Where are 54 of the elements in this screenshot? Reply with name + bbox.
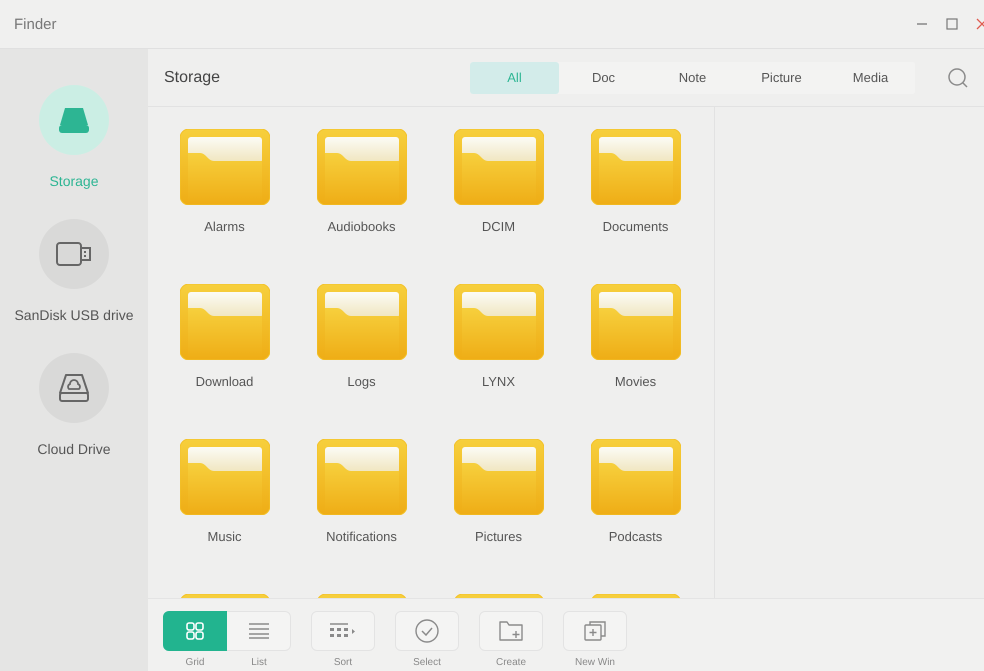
- folder-item[interactable]: LYNX: [430, 284, 567, 389]
- folder-icon: [180, 129, 270, 205]
- list-button[interactable]: [227, 611, 291, 651]
- grid-view-icon: [186, 622, 204, 640]
- new-window-icon: [584, 621, 606, 641]
- new-folder-icon: [499, 621, 523, 641]
- filter-tab[interactable]: Doc: [559, 62, 648, 94]
- filter-tab[interactable]: Note: [648, 62, 737, 94]
- folder-item[interactable]: Audiobooks: [293, 129, 430, 234]
- folder-item[interactable]: Alarms: [156, 129, 293, 234]
- drive-icon: [57, 106, 91, 134]
- folder-item[interactable]: Logs: [293, 284, 430, 389]
- folder-item[interactable]: Download: [156, 284, 293, 389]
- list-view-icon: [248, 623, 268, 639]
- folder-icon: [454, 439, 544, 515]
- folder-icon: [316, 439, 406, 515]
- newwin-button[interactable]: [563, 611, 627, 651]
- folder-icon: [590, 439, 680, 515]
- folder-icon: [454, 284, 544, 360]
- folder-item[interactable]: Notifications: [293, 439, 430, 544]
- sort-button[interactable]: [311, 611, 375, 651]
- folder-icon: [316, 129, 406, 205]
- location-title: Storage: [164, 68, 222, 86]
- window-title: Finder: [14, 16, 57, 32]
- folder-icon: [454, 129, 544, 205]
- sort-icon: [330, 623, 356, 639]
- folder-item[interactable]: Movies: [567, 284, 704, 389]
- folder-icon: [180, 284, 270, 360]
- toolbar-label: Create: [496, 657, 526, 668]
- folder-icon: [316, 284, 406, 360]
- filter-tab[interactable]: Media: [826, 62, 915, 94]
- filter-tab[interactable]: Picture: [737, 62, 826, 94]
- toolbar-label: Select: [413, 657, 441, 668]
- folder-item[interactable]: Podcasts: [567, 439, 704, 544]
- folder-item[interactable]: Documents: [567, 129, 704, 234]
- maximize-icon[interactable]: [946, 18, 958, 30]
- folder-item[interactable]: Pictures: [430, 439, 567, 544]
- folder-item[interactable]: DCIM: [430, 129, 567, 234]
- folder-icon: [590, 129, 680, 205]
- cloud-drive-icon: [58, 373, 90, 403]
- check-circle-icon: [415, 619, 439, 643]
- folder-icon: [590, 284, 680, 360]
- create-button[interactable]: [479, 611, 543, 651]
- folder-item[interactable]: Music: [156, 439, 293, 544]
- search-icon[interactable]: [947, 66, 969, 88]
- select-button[interactable]: [395, 611, 459, 651]
- toolbar-label: List: [251, 657, 267, 668]
- usb-drive-icon: [56, 242, 92, 266]
- toolbar-label: Grid: [186, 657, 204, 668]
- grid-button[interactable]: [163, 611, 227, 651]
- toolbar-label: Sort: [334, 657, 352, 668]
- toolbar-label: New Win: [574, 657, 615, 668]
- folder-icon: [180, 439, 270, 515]
- sidebar-item[interactable]: SanDisk USB drive: [14, 219, 134, 323]
